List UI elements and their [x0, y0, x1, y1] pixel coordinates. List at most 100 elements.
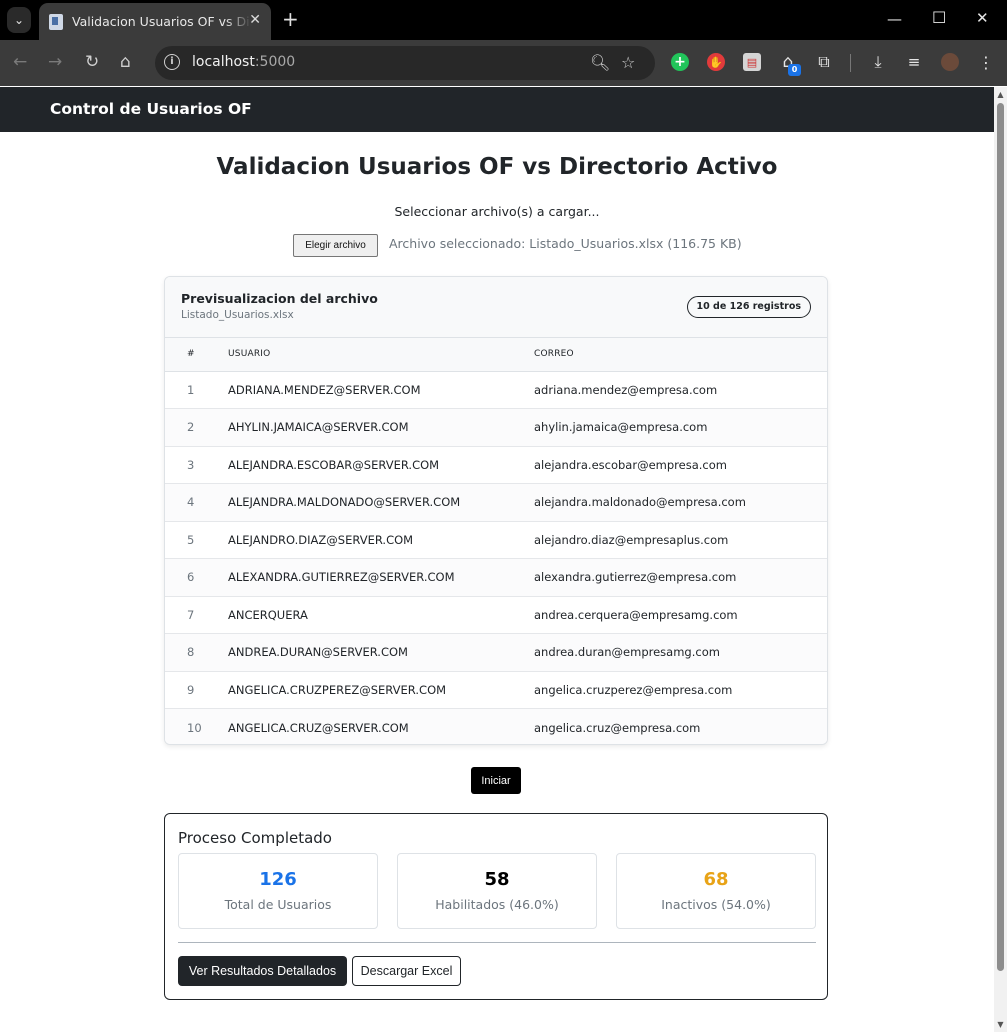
zoom-icon[interactable]: 🔍︎: [590, 53, 610, 72]
reload-icon[interactable]: ↻: [85, 51, 99, 73]
preview-card: Previsualizacion del archivo Listado_Usu…: [164, 276, 828, 745]
table-row: 1 ADRIANA.MENDEZ@SERVER.COM adriana.mendez…: [165, 371, 827, 409]
results-title: Proceso Completado: [178, 829, 332, 847]
tab-title: Validacion Usuarios OF vs Directorio Act…: [72, 14, 252, 29]
scrollbar-thumb[interactable]: [997, 103, 1004, 971]
menu-kebab-icon[interactable]: ⋮: [977, 53, 995, 72]
preview-card-header: Previsualizacion del archivo Listado_Usu…: [165, 277, 827, 338]
row-index: 3: [187, 457, 195, 472]
row-email: alejandra.escobar@empresa.com: [534, 457, 727, 472]
column-header-email: CORREO: [534, 338, 827, 372]
file-select-label: Seleccionar archivo(s) a cargar...: [394, 204, 600, 219]
row-index: 1: [187, 382, 195, 397]
row-email: alejandra.maldonado@empresa.com: [534, 495, 746, 510]
stat-value: 126: [259, 869, 297, 890]
row-email: adriana.mendez@empresa.com: [534, 382, 718, 397]
row-user: ADRIANA.MENDEZ@SERVER.COM: [228, 382, 421, 397]
url-text[interactable]: localhost:5000: [192, 54, 295, 70]
row-user: ANDREA.DURAN@SERVER.COM: [228, 645, 408, 660]
toolbar-divider: [850, 54, 851, 72]
row-user: ANGELICA.CRUZPEREZ@SERVER.COM: [228, 682, 447, 697]
profile-avatar[interactable]: [941, 53, 959, 71]
stat-value: 58: [484, 869, 510, 890]
table-row: 5 ALEJANDRO.DIAZ@SERVER.COM alejandro.diaz…: [165, 521, 827, 559]
new-tab-plus-icon[interactable]: +: [282, 8, 299, 30]
row-index: 5: [187, 532, 195, 547]
browser-tab[interactable]: Validacion Usuarios OF vs Directorio Act…: [39, 3, 271, 40]
column-header-user: USUARIO: [228, 338, 534, 372]
results-divider: [178, 942, 816, 943]
row-index: 8: [187, 645, 195, 660]
row-user: ALEXANDRA.GUTIERREZ@SERVER.COM: [228, 570, 455, 585]
app-brand[interactable]: Control de Usuarios OF: [50, 100, 252, 118]
preview-title: Previsualizacion del archivo: [181, 291, 378, 306]
start-button[interactable]: Iniciar: [471, 767, 521, 794]
tab-search-chevron-icon[interactable]: ⌄: [7, 7, 31, 33]
row-index: 9: [187, 682, 195, 697]
bookmark-star-icon[interactable]: ☆: [621, 53, 635, 72]
forward-arrow-icon[interactable]: →: [48, 51, 62, 73]
row-email: alexandra.gutierrez@empresa.com: [534, 570, 737, 585]
row-index: 4: [187, 495, 195, 510]
browser-toolbar: ← → ↻ ⌂ i localhost:5000 🔍︎ ☆ + ✋ ▤ ⌂ 0 …: [0, 40, 1007, 86]
choose-file-button[interactable]: Elegir archivo: [293, 234, 378, 257]
stat-inactive-users: 68 Inactivos (54.0%): [616, 853, 816, 929]
row-email: andrea.duran@empresamg.com: [534, 645, 720, 660]
column-header-index: #: [165, 338, 228, 372]
back-arrow-icon[interactable]: ←: [13, 51, 27, 73]
browser-tabbar: ⌄ Validacion Usuarios OF vs Directorio A…: [0, 0, 1007, 40]
row-user: ALEJANDRA.MALDONADO@SERVER.COM: [228, 495, 461, 510]
home-icon[interactable]: ⌂: [120, 51, 131, 73]
table-header-row: # USUARIO CORREO: [165, 338, 827, 372]
web-page: Control de Usuarios OF Validacion Usuari…: [0, 87, 994, 1032]
address-bar[interactable]: i localhost:5000 🔍︎ ☆: [155, 46, 655, 80]
records-count-badge: 10 de 126 registros: [686, 296, 811, 318]
row-index: 10: [187, 720, 202, 735]
stat-label: Habilitados (46.0%): [435, 897, 559, 912]
extension-hand-icon[interactable]: ✋: [707, 53, 725, 71]
table-row: 9 ANGELICA.CRUZPEREZ@SERVER.COM angelica.c…: [165, 671, 827, 709]
row-email: ahylin.jamaica@empresa.com: [534, 420, 708, 435]
view-detailed-results-button[interactable]: Ver Resultados Detallados: [178, 956, 347, 986]
row-index: 6: [187, 570, 195, 585]
table-row: 2 AHYLIN.JAMAICA@SERVER.COM ahylin.jamaica…: [165, 408, 827, 446]
row-user: ALEJANDRA.ESCOBAR@SERVER.COM: [228, 457, 440, 472]
minimize-window-icon[interactable]: —: [887, 10, 902, 28]
stat-total-users: 126 Total de Usuarios: [178, 853, 378, 929]
table-row: 3 ALEJANDRA.ESCOBAR@SERVER.COM alejandra.e…: [165, 446, 827, 484]
row-index: 7: [187, 607, 195, 622]
table-row: 4 ALEJANDRA.MALDONADO@SERVER.COM alejandra…: [165, 483, 827, 521]
close-tab-icon[interactable]: ✕: [249, 12, 261, 28]
download-excel-button[interactable]: Descargar Excel: [352, 956, 461, 986]
preview-table: # USUARIO CORREO 1 ADRIANA.MENDEZ@SERVER.…: [165, 338, 827, 744]
row-user: ALEJANDRO.DIAZ@SERVER.COM: [228, 532, 414, 547]
row-user: ANGELICA.CRUZ@SERVER.COM: [228, 720, 409, 735]
site-info-icon[interactable]: i: [164, 54, 180, 70]
extension-badge: 0: [788, 64, 801, 76]
row-user: AHYLIN.JAMAICA@SERVER.COM: [228, 420, 409, 435]
row-email: angelica.cruz@empresa.com: [534, 720, 701, 735]
row-user: ANCERQUERA: [228, 607, 308, 622]
table-row: 6 ALEXANDRA.GUTIERREZ@SERVER.COM alexandra…: [165, 558, 827, 596]
app-navbar: Control de Usuarios OF: [0, 87, 994, 132]
media-control-icon[interactable]: ≡: [905, 53, 923, 71]
selected-file-info: Archivo seleccionado: Listado_Usuarios.x…: [389, 236, 742, 251]
stat-value: 68: [703, 869, 729, 890]
stat-label: Inactivos (54.0%): [661, 897, 771, 912]
table-row: 8 ANDREA.DURAN@SERVER.COM andrea.duran@emp…: [165, 633, 827, 671]
page-title: Validacion Usuarios OF vs Directorio Act…: [216, 154, 778, 180]
downloads-icon[interactable]: ⤓: [869, 52, 887, 71]
extensions-puzzle-icon[interactable]: ⧉: [815, 52, 833, 71]
row-email: andrea.cerquera@empresamg.com: [534, 607, 738, 622]
extension-print-icon[interactable]: ▤: [743, 53, 761, 71]
maximize-window-icon[interactable]: ☐: [932, 8, 946, 27]
row-index: 2: [187, 420, 195, 435]
close-window-icon[interactable]: ✕: [976, 9, 989, 27]
page-scrollbar[interactable]: ▲ ▼: [994, 87, 1007, 1032]
table-row: 7 ANCERQUERA andrea.cerquera@empresamg.com: [165, 596, 827, 634]
page-favicon-icon: [49, 13, 63, 30]
extension-plus-icon[interactable]: +: [671, 53, 689, 71]
scroll-down-arrow-icon[interactable]: ▼: [996, 1020, 1005, 1029]
stat-label: Total de Usuarios: [224, 897, 332, 912]
scroll-up-arrow-icon[interactable]: ▲: [996, 90, 1005, 99]
